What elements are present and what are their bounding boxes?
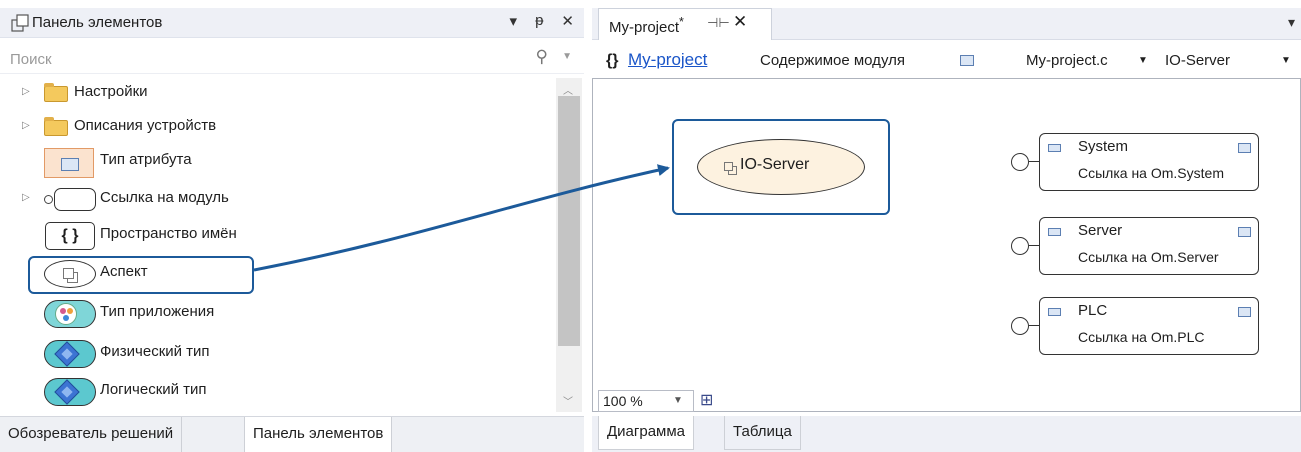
- toolbox-panel: Панель элементов ▾ ᵽ ✕ Поиск ⚲ ▼ ▷ Настр…: [0, 0, 584, 452]
- search-icon[interactable]: ⚲: [536, 47, 548, 67]
- toolbox-item-attribute-type[interactable]: Тип атрибута: [0, 146, 554, 178]
- toolbox-item-label: Ссылка на модуль: [100, 189, 229, 206]
- scroll-down-icon[interactable]: ﹀: [563, 393, 573, 408]
- tab-diagram[interactable]: Диаграмма: [598, 416, 695, 450]
- expand-arrow-icon[interactable]: ▷: [22, 120, 30, 131]
- document-tab-bar: My-project* ⊣⊢ ✕ ▾: [592, 8, 1301, 40]
- toolbox-item-label: Тип атрибута: [100, 151, 192, 168]
- toolbox-item-application-type[interactable]: Тип приложения: [0, 298, 554, 328]
- module-content-icon: [1238, 307, 1251, 317]
- application-type-icon: [44, 300, 96, 328]
- reference-icon: [1048, 308, 1061, 316]
- interface-port-icon[interactable]: [1011, 317, 1029, 335]
- module-content-icon: [1238, 143, 1251, 153]
- module-reference-icon: [44, 188, 96, 212]
- tab-solution-explorer[interactable]: Обозреватель решений: [0, 417, 183, 452]
- toolbox-item-label: Описания устройств: [74, 117, 217, 134]
- reference-node-server[interactable]: Server Ссылка на Om.Server: [1011, 217, 1259, 275]
- expand-arrow-icon[interactable]: ▷: [22, 86, 30, 97]
- diagram-nav-bar: {} My-project Содержимое модуля My-proje…: [592, 46, 1301, 78]
- document-panel: My-project* ⊣⊢ ✕ ▾ {} My-project Содержи…: [592, 0, 1301, 452]
- reference-node-system[interactable]: System Ссылка на Om.System: [1011, 133, 1259, 191]
- reference-target: Ссылка на Om.System: [1078, 165, 1224, 181]
- logical-type-icon: [44, 378, 96, 406]
- interface-port-icon[interactable]: [1011, 237, 1029, 255]
- attribute-type-icon: [44, 148, 94, 178]
- file-dropdown[interactable]: My-project.c ▼: [1026, 52, 1154, 69]
- dropdown-icon[interactable]: ▾: [510, 12, 518, 30]
- toolbox-item-label: Пространство имён: [100, 225, 237, 242]
- toolbox-item-settings[interactable]: ▷ Настройки: [0, 78, 554, 108]
- folder-icon: [44, 83, 68, 102]
- toolbox-title-bar: Панель элементов ▾ ᵽ ✕: [0, 8, 584, 38]
- toolbox-item-logical-type[interactable]: Логический тип: [0, 376, 554, 406]
- reference-node-plc[interactable]: PLC Ссылка на Om.PLC: [1011, 297, 1259, 355]
- pin-icon[interactable]: ᵽ: [535, 12, 543, 30]
- aspect-node[interactable]: IO-Server: [697, 139, 865, 195]
- grid-icon[interactable]: ⊞: [700, 390, 713, 410]
- tab-toolbox[interactable]: Панель элементов: [244, 417, 393, 452]
- toolbox-item-physical-type[interactable]: Физический тип: [0, 338, 554, 368]
- toolbox-item-label: Тип приложения: [100, 303, 215, 320]
- physical-type-icon: [44, 340, 96, 368]
- toolbox-icon: [11, 14, 29, 32]
- reference-target: Ссылка на Om.PLC: [1078, 329, 1205, 345]
- reference-target: Ссылка на Om.Server: [1078, 249, 1219, 265]
- toolbox-item-label: Аспект: [100, 263, 148, 280]
- toolbox-item-label: Настройки: [74, 83, 148, 100]
- reference-name: System: [1078, 138, 1129, 155]
- chevron-down-icon[interactable]: ▼: [673, 395, 683, 406]
- document-tab[interactable]: My-project* ⊣⊢ ✕: [598, 8, 772, 40]
- project-link[interactable]: My-project: [628, 50, 707, 70]
- diagram-canvas[interactable]: IO-Server System Ссылка на Om.System Ser…: [592, 78, 1301, 412]
- reference-icon: [1048, 228, 1061, 236]
- toolbox-item-label: Физический тип: [100, 343, 210, 360]
- toolbox-item-device-descriptions[interactable]: ▷ Описания устройств: [0, 112, 554, 142]
- reference-name: Server: [1078, 222, 1123, 239]
- toolbox-item-label: Логический тип: [100, 381, 207, 398]
- search-options-icon[interactable]: ▼: [562, 51, 572, 62]
- reference-name: PLC: [1078, 302, 1108, 319]
- aspect-icon: [724, 162, 733, 171]
- toolbox-scrollbar[interactable]: ︿ ﹀: [556, 78, 582, 412]
- document-menu-icon[interactable]: ▾: [1288, 14, 1295, 31]
- close-icon[interactable]: ✕: [561, 12, 574, 30]
- element-dropdown[interactable]: IO-Server ▼: [1165, 52, 1293, 69]
- namespace-icon: { }: [45, 222, 95, 250]
- namespace-brace-icon: {}: [606, 52, 619, 69]
- toolbox-item-aspect[interactable]: Аспект: [0, 258, 554, 288]
- toolbox-search[interactable]: Поиск ⚲ ▼: [0, 44, 584, 74]
- reference-icon: [1048, 144, 1061, 152]
- close-icon[interactable]: ✕: [733, 12, 747, 32]
- scrollbar-thumb[interactable]: [558, 96, 580, 346]
- left-bottom-tabs: Обозреватель решений Панель элементов: [0, 416, 584, 452]
- chevron-down-icon[interactable]: ▼: [1138, 55, 1148, 66]
- search-input[interactable]: Поиск: [10, 51, 52, 68]
- document-bottom-tabs: Диаграмма Таблица: [592, 416, 1301, 452]
- expand-arrow-icon[interactable]: ▷: [22, 192, 30, 203]
- module-content-label: Содержимое модуля: [760, 52, 905, 69]
- folder-icon: [44, 117, 68, 136]
- pin-icon[interactable]: ⊣⊢: [707, 15, 730, 31]
- zoom-select[interactable]: 100 % ▼: [598, 390, 694, 412]
- module-content-icon: [1238, 227, 1251, 237]
- toolbox-item-namespace[interactable]: { } Пространство имён: [0, 220, 554, 250]
- aspect-icon: [44, 260, 96, 288]
- toolbox-title: Панель элементов: [32, 14, 163, 31]
- document-tab-title: My-project*: [609, 15, 684, 36]
- interface-port-icon[interactable]: [1011, 153, 1029, 171]
- tab-table[interactable]: Таблица: [724, 416, 801, 450]
- scroll-up-icon[interactable]: ︿: [563, 82, 573, 97]
- toolbox-item-module-reference[interactable]: ▷ Ссылка на модуль: [0, 184, 554, 214]
- chevron-down-icon[interactable]: ▼: [1281, 55, 1291, 66]
- module-content-icon: [960, 55, 974, 66]
- toolbox-list: ▷ Настройки ▷ Описания устройств Тип атр…: [0, 78, 554, 412]
- aspect-node-label: IO-Server: [740, 156, 810, 173]
